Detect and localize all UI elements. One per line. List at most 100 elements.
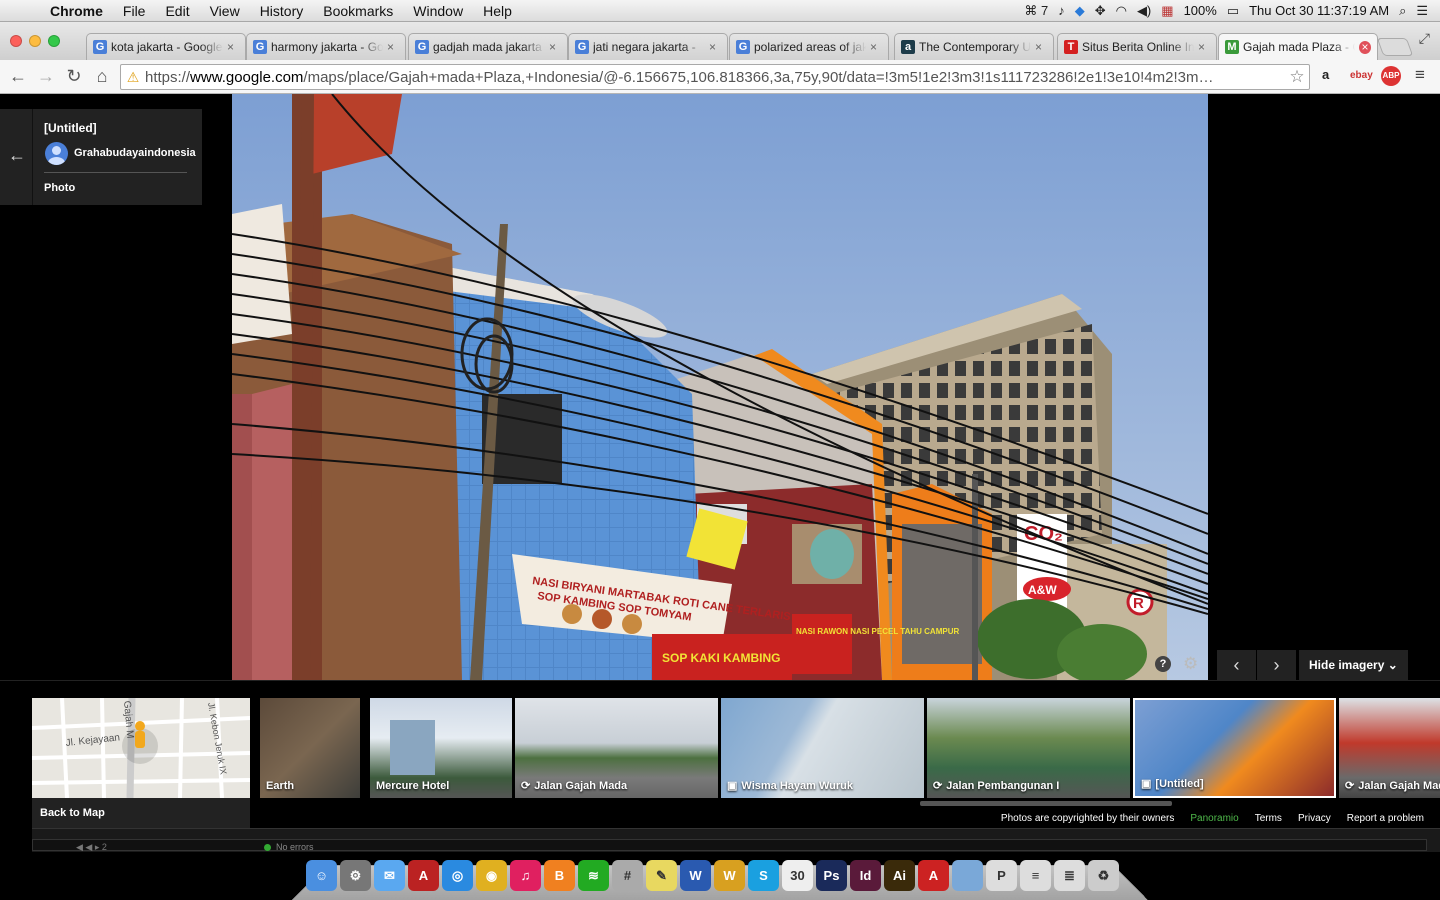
browser-tab[interactable]: Ggadjah mada jakarta × bbox=[408, 33, 568, 60]
menu-view[interactable]: View bbox=[200, 3, 250, 19]
zoom-window-button[interactable] bbox=[48, 35, 60, 47]
ibooks-icon[interactable]: B bbox=[544, 860, 575, 891]
help-icon[interactable]: ? bbox=[1155, 656, 1171, 672]
tab-close-icon[interactable]: × bbox=[870, 40, 882, 54]
back-arrow-icon[interactable]: ← bbox=[8, 145, 26, 166]
finder-icon[interactable]: ☺ bbox=[306, 860, 337, 891]
thumb-mercure-hotel[interactable]: Mercure Hotel bbox=[370, 698, 512, 798]
tab-close-icon[interactable]: × bbox=[1198, 40, 1210, 54]
indesign-icon[interactable]: Id bbox=[850, 860, 881, 891]
clock[interactable]: Thu Oct 30 11:37:19 AM bbox=[1249, 3, 1389, 18]
browser-tab[interactable]: Gharmony jakarta - Google × bbox=[246, 33, 406, 60]
tab-close-icon[interactable]: × bbox=[709, 40, 721, 54]
stickies-icon[interactable]: ✎ bbox=[646, 860, 677, 891]
status-scrollbar[interactable] bbox=[32, 839, 1427, 851]
volume-icon[interactable]: ◀) bbox=[1137, 3, 1151, 19]
menu-file[interactable]: File bbox=[113, 3, 156, 19]
pegman-icon[interactable] bbox=[135, 721, 145, 731]
browser-tab[interactable]: M Gajah mada Plaza - Google × bbox=[1218, 33, 1378, 60]
menu-bookmarks[interactable]: Bookmarks bbox=[313, 3, 403, 19]
tab-close-icon[interactable]: × bbox=[1035, 40, 1047, 54]
devtools-nav-arrows[interactable]: ◀ ◀ ▸ 2 bbox=[76, 842, 107, 853]
address-bar[interactable]: ⚠ https://www.google.com/maps/place/Gaja… bbox=[120, 64, 1310, 90]
notification-center-icon[interactable]: ☰ bbox=[1416, 3, 1428, 19]
photoshop-icon[interactable]: Ps bbox=[816, 860, 847, 891]
itunes-icon[interactable]: ♫ bbox=[510, 860, 541, 891]
battery-icon[interactable]: ▭ bbox=[1227, 3, 1239, 19]
notification-bell-icon[interactable]: ♪ bbox=[1058, 3, 1065, 18]
document-icon[interactable]: ≡ bbox=[1020, 860, 1051, 891]
wifi-icon[interactable]: ◠ bbox=[1116, 3, 1127, 19]
calendar-icon[interactable]: 30 bbox=[782, 860, 813, 891]
back-to-map-card[interactable]: Jl. Kejayaan Jl. Kebon Jeruk IX Gajah M … bbox=[32, 698, 250, 828]
url-text[interactable]: https://www.google.com/maps/place/Gajah+… bbox=[145, 69, 1285, 86]
tab-close-icon[interactable]: × bbox=[387, 40, 399, 54]
folder-icon[interactable] bbox=[952, 860, 983, 891]
pdf-document-icon[interactable]: P bbox=[986, 860, 1017, 891]
terms-link[interactable]: Terms bbox=[1255, 813, 1282, 824]
thumb-jalan-pembangunan[interactable]: ⟳ Jalan Pembangunan I bbox=[927, 698, 1130, 798]
us-flag-icon[interactable]: ▦ bbox=[1161, 3, 1173, 19]
messages-icon[interactable]: ✉ bbox=[374, 860, 405, 891]
report-problem-link[interactable]: Report a problem bbox=[1347, 813, 1424, 824]
skype-icon[interactable]: S bbox=[748, 860, 779, 891]
new-tab-button[interactable] bbox=[1376, 38, 1414, 56]
menu-help[interactable]: Help bbox=[473, 3, 522, 19]
minimize-window-button[interactable] bbox=[29, 35, 41, 47]
word-icon[interactable]: W bbox=[680, 860, 711, 891]
street-photo[interactable]: CO₂ A&W R NASI BIRYANI MARTABAK ROTI CAN… bbox=[232, 94, 1208, 680]
close-window-button[interactable] bbox=[10, 35, 22, 47]
previous-photo-button[interactable]: ‹ bbox=[1217, 650, 1257, 680]
thumb-jalan-gajah-mada-1[interactable]: ⟳ Jalan Gajah Mada bbox=[515, 698, 718, 798]
chrome-menu-icon[interactable]: ≡ bbox=[1415, 65, 1425, 85]
author-avatar[interactable] bbox=[45, 142, 68, 165]
menu-window[interactable]: Window bbox=[403, 3, 473, 19]
gear-icon[interactable]: ⚙ bbox=[1183, 654, 1198, 674]
move-icon[interactable]: ✥ bbox=[1095, 3, 1106, 19]
privacy-link[interactable]: Privacy bbox=[1298, 813, 1331, 824]
forward-arrow-icon[interactable]: → bbox=[32, 66, 60, 87]
reload-icon[interactable]: ↻ bbox=[60, 66, 88, 87]
thumb-jalan-gajah-mada-2[interactable]: ⟳Jalan Gajah Mada bbox=[1339, 698, 1440, 798]
menu-history[interactable]: History bbox=[250, 3, 314, 19]
spotify-icon[interactable]: ≋ bbox=[578, 860, 609, 891]
next-photo-button[interactable]: › bbox=[1257, 650, 1297, 680]
document-stack-icon[interactable]: ≣ bbox=[1054, 860, 1085, 891]
safari-icon[interactable]: ◎ bbox=[442, 860, 473, 891]
ebay-extension-icon[interactable]: ebay bbox=[1350, 70, 1373, 81]
trash-icon[interactable]: ♻ bbox=[1088, 860, 1119, 891]
browser-tab[interactable]: Gjati negara jakarta - × bbox=[568, 33, 728, 60]
panoramio-link[interactable]: Panoramio bbox=[1190, 813, 1238, 824]
thumb-earth[interactable]: Earth bbox=[260, 698, 360, 798]
browser-tab[interactable]: a The Contemporary Urban × bbox=[894, 33, 1054, 60]
adblock-plus-icon[interactable]: ABP bbox=[1381, 66, 1401, 86]
browser-tab[interactable]: T Situs Berita Online Indonesia × bbox=[1057, 33, 1217, 60]
acrobat-icon[interactable]: A bbox=[918, 860, 949, 891]
browser-tab[interactable]: Gkota jakarta - Google × bbox=[86, 33, 246, 60]
illustrator-icon[interactable]: Ai bbox=[884, 860, 915, 891]
chrome-icon[interactable]: ◉ bbox=[476, 860, 507, 891]
hide-imagery-button[interactable]: Hide imagery ⌄ bbox=[1299, 650, 1408, 680]
cyberduck-icon[interactable]: W bbox=[714, 860, 745, 891]
tab-close-icon[interactable]: × bbox=[549, 40, 561, 54]
back-arrow-icon[interactable]: ← bbox=[4, 66, 32, 87]
home-icon[interactable]: ⌂ bbox=[88, 66, 116, 87]
thumb-untitled-selected[interactable]: ▣ [Untitled] bbox=[1133, 698, 1336, 798]
adobe-icon[interactable]: ⌘ 7 bbox=[1024, 3, 1048, 19]
thumb-wisma-hayam-wuruk[interactable]: ▣ Wisma Hayam Wuruk bbox=[721, 698, 924, 798]
tab-close-icon[interactable]: × bbox=[227, 40, 239, 54]
dropbox-icon[interactable]: ◆ bbox=[1075, 3, 1085, 19]
system-preferences-icon[interactable]: ⚙ bbox=[340, 860, 371, 891]
filmstrip-scrollbar[interactable] bbox=[920, 801, 1172, 806]
calculator-icon[interactable]: # bbox=[612, 860, 643, 891]
browser-tab[interactable]: Gpolarized areas of jakarta × bbox=[729, 33, 889, 60]
fullscreen-icon[interactable]: ⤢ bbox=[1419, 30, 1430, 47]
bookmark-star-icon[interactable]: ☆ bbox=[1285, 67, 1309, 87]
menu-edit[interactable]: Edit bbox=[155, 3, 199, 19]
spotlight-search-icon[interactable]: ⌕ bbox=[1399, 3, 1406, 19]
tab-close-icon[interactable]: × bbox=[1359, 40, 1371, 54]
amazon-extension-icon[interactable]: a bbox=[1322, 67, 1329, 82]
menu-app-chrome[interactable]: Chrome bbox=[40, 3, 113, 19]
acrobat-reader-icon[interactable]: A bbox=[408, 860, 439, 891]
warning-lock-icon[interactable]: ⚠ bbox=[121, 69, 145, 86]
